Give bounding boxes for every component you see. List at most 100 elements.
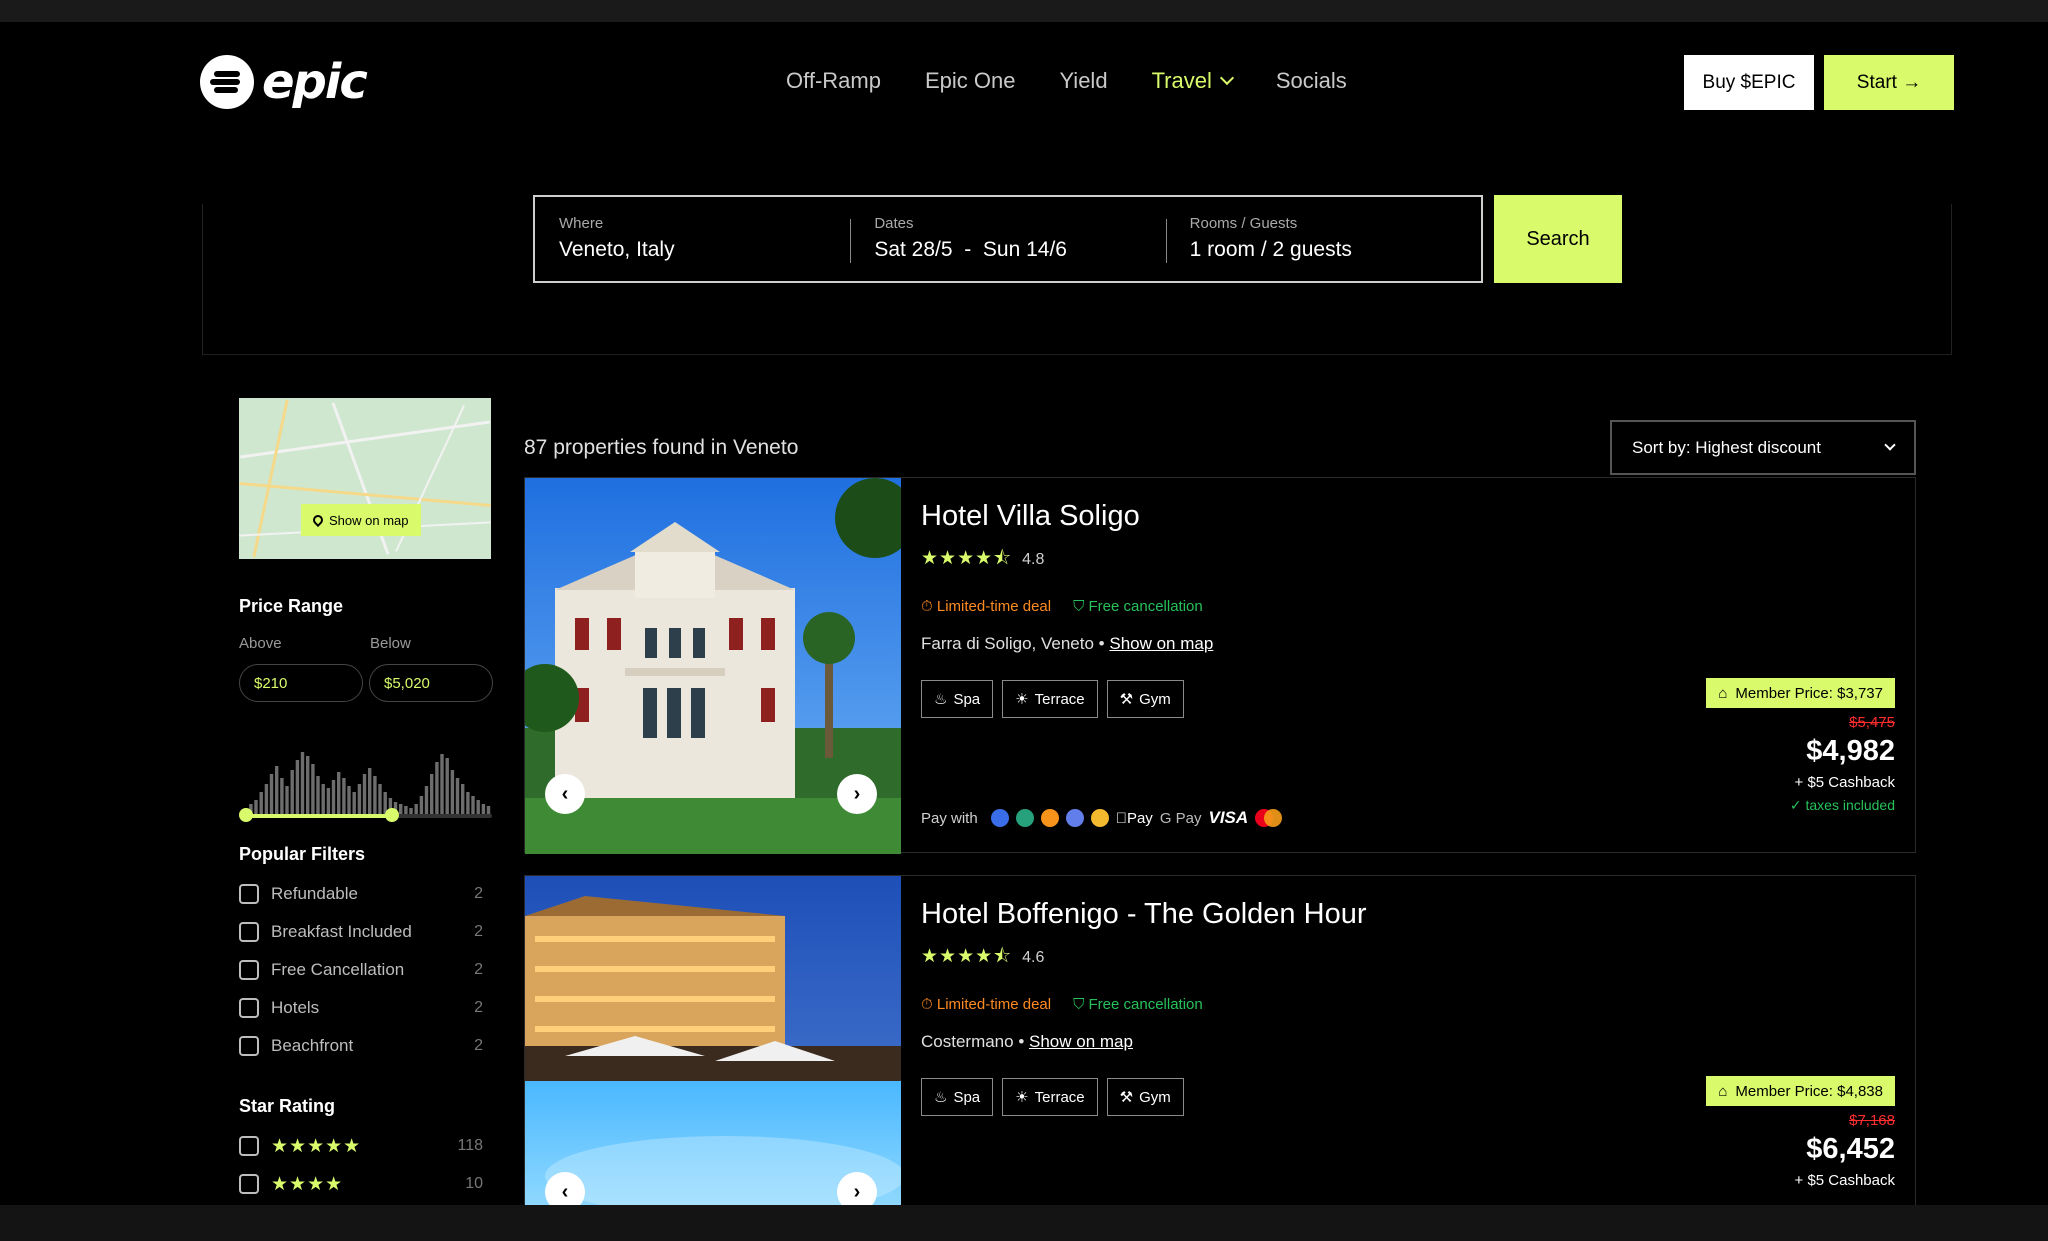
where-field[interactable]: Where Veneto, Italy [535, 197, 850, 281]
hotel-photo-villa[interactable]: ‹ › [525, 478, 901, 854]
nav-item-travel-label: Travel [1151, 68, 1212, 93]
chevron-left-icon[interactable]: ‹ [545, 774, 585, 814]
map-preview[interactable]: Show on map [239, 398, 491, 559]
histogram-bar [342, 778, 346, 814]
rooms-guests-label: Rooms / Guests [1189, 215, 1298, 232]
start-button[interactable]: Start → [1824, 55, 1954, 110]
show-on-map-link[interactable]: Show on map [1109, 634, 1213, 653]
dumbbell-icon: ⚒ [1119, 1089, 1134, 1106]
histogram-bar [466, 792, 470, 814]
amenity-label: Terrace [1034, 690, 1085, 708]
histogram-bar [404, 806, 408, 814]
ethereum-icon [1065, 809, 1084, 827]
limited-deal-badge: ⏱ Limited-time deal [921, 598, 1052, 615]
buy-epic-button[interactable]: Buy $EPIC [1684, 55, 1814, 110]
price-min-input[interactable]: $210 [239, 664, 363, 702]
checkbox[interactable] [239, 998, 259, 1018]
hotel-rating: ★★★★⯪ 4.6 [921, 942, 1044, 974]
checkbox[interactable] [239, 1036, 259, 1056]
histogram-bar [378, 784, 382, 814]
current-price: $6,452 [1806, 1133, 1895, 1165]
histogram-bar [357, 784, 362, 814]
dates-field[interactable]: Dates Sat 28/5 - Sun 14/6 [850, 197, 1165, 281]
nav-item-off-ramp[interactable]: Off-Ramp [786, 68, 881, 94]
filter-5-stars[interactable]: ★★★★★ 118 [239, 1134, 483, 1158]
filter-free-cancellation[interactable]: Free Cancellation 2 [239, 958, 483, 982]
price-range-title: Price Range [239, 596, 344, 616]
hotel-photo-pool[interactable]: ‹ › [525, 876, 901, 1205]
filter-label: Beachfront [271, 1036, 354, 1055]
hotel-location: Costermano • Show on map [921, 1032, 1133, 1051]
chevron-right-icon[interactable]: › [837, 1172, 877, 1205]
desktop-top-strip [0, 0, 2048, 22]
filter-breakfast-included[interactable]: Breakfast Included 2 [239, 920, 483, 944]
rooms-guests-field[interactable]: Rooms / Guests 1 room / 2 guests [1165, 197, 1481, 281]
histogram-bar [373, 776, 377, 814]
deal-badges: ⏱ Limited-time deal ⛉ Free cancellation [921, 996, 1203, 1013]
price-histogram [244, 752, 491, 814]
filter-beachfront[interactable]: Beachfront 2 [239, 1034, 483, 1058]
tag-icon: ⌂ [1718, 684, 1728, 702]
show-on-map-link[interactable]: Show on map [1029, 1032, 1133, 1051]
checkbox[interactable] [239, 960, 259, 980]
histogram-bar [285, 786, 289, 814]
pay-with-label: Pay with [921, 809, 978, 827]
hotel-card[interactable]: ‹ › Hotel Boffenigo - The Golden Hour ★★… [524, 875, 1916, 1205]
sun-icon: ☀ [1015, 1089, 1029, 1106]
limited-deal-label: Limited-time deal [936, 996, 1052, 1013]
histogram-bar [435, 762, 439, 814]
histogram-bar [430, 774, 434, 814]
below-label: Below [370, 635, 411, 652]
current-price: $4,982 [1806, 735, 1895, 767]
hotel-location: Farra di Soligo, Veneto • Show on map [921, 634, 1214, 653]
filter-count: 2 [474, 923, 483, 940]
map-pin-icon [310, 512, 326, 528]
histogram-bar [347, 786, 351, 814]
nav-item-socials[interactable]: Socials [1276, 68, 1347, 94]
histogram-bar [254, 800, 258, 814]
location-text: Costermano [921, 1032, 1014, 1051]
checkbox[interactable] [239, 884, 259, 904]
browser-viewport: epic Off-Ramp Epic One Yield Travel Soci… [0, 22, 2048, 1205]
hotel-name[interactable]: Hotel Villa Soligo [921, 500, 1140, 533]
histogram-bar [331, 780, 336, 814]
hotel-rating: ★★★★⯪ 4.8 [921, 544, 1044, 576]
hotel-name[interactable]: Hotel Boffenigo - The Golden Hour [921, 898, 1366, 931]
nav-item-travel[interactable]: Travel [1151, 68, 1234, 94]
price-max-input[interactable]: $5,020 [369, 664, 493, 702]
checkbox[interactable] [239, 922, 259, 942]
chevron-left-icon[interactable]: ‹ [545, 1172, 585, 1205]
where-value: Veneto, Italy [559, 238, 675, 261]
epic-logo-icon [200, 55, 254, 109]
filter-refundable[interactable]: Refundable 2 [239, 882, 483, 906]
histogram-bar [275, 766, 279, 814]
filter-count: 10 [465, 1175, 483, 1192]
tether-icon [1015, 809, 1034, 827]
histogram-bar [352, 792, 356, 814]
free-cancellation-label: Free cancellation [1088, 598, 1203, 615]
histogram-bar [311, 764, 315, 814]
checkbox[interactable] [239, 1174, 259, 1194]
search-button[interactable]: Search [1494, 195, 1622, 283]
limited-deal-badge: ⏱ Limited-time deal [921, 996, 1052, 1013]
location-text: Farra di Soligo, Veneto [921, 634, 1094, 653]
histogram-bar [486, 806, 491, 814]
sort-dropdown[interactable]: Sort by: Highest discount [1610, 420, 1916, 475]
original-price: $5,475 [1849, 714, 1895, 731]
nav-item-epic-one[interactable]: Epic One [925, 68, 1016, 94]
member-price-badge: ⌂ Member Price: $4,838 [1706, 1076, 1895, 1106]
hotel-card[interactable]: ‹ › Hotel Villa Soligo ★★★★⯪ 4.8 ⏱ Limit… [524, 477, 1916, 854]
histogram-bar [471, 796, 475, 814]
price-slider-max-handle[interactable] [385, 808, 399, 822]
nav-item-yield[interactable]: Yield [1059, 68, 1107, 94]
epic-logo[interactable]: epic [200, 54, 368, 110]
amenity-gym: ⚒ Gym [1106, 1078, 1184, 1116]
checkbox[interactable] [239, 1136, 259, 1156]
chevron-right-icon[interactable]: › [837, 774, 877, 814]
price-slider-min-handle[interactable] [239, 808, 253, 822]
filter-count: 118 [457, 1137, 483, 1154]
filter-4-stars[interactable]: ★★★★ 10 [239, 1172, 483, 1196]
show-on-map-button[interactable]: Show on map [301, 504, 421, 536]
histogram-bar [264, 784, 269, 814]
filter-hotels[interactable]: Hotels 2 [239, 996, 483, 1020]
